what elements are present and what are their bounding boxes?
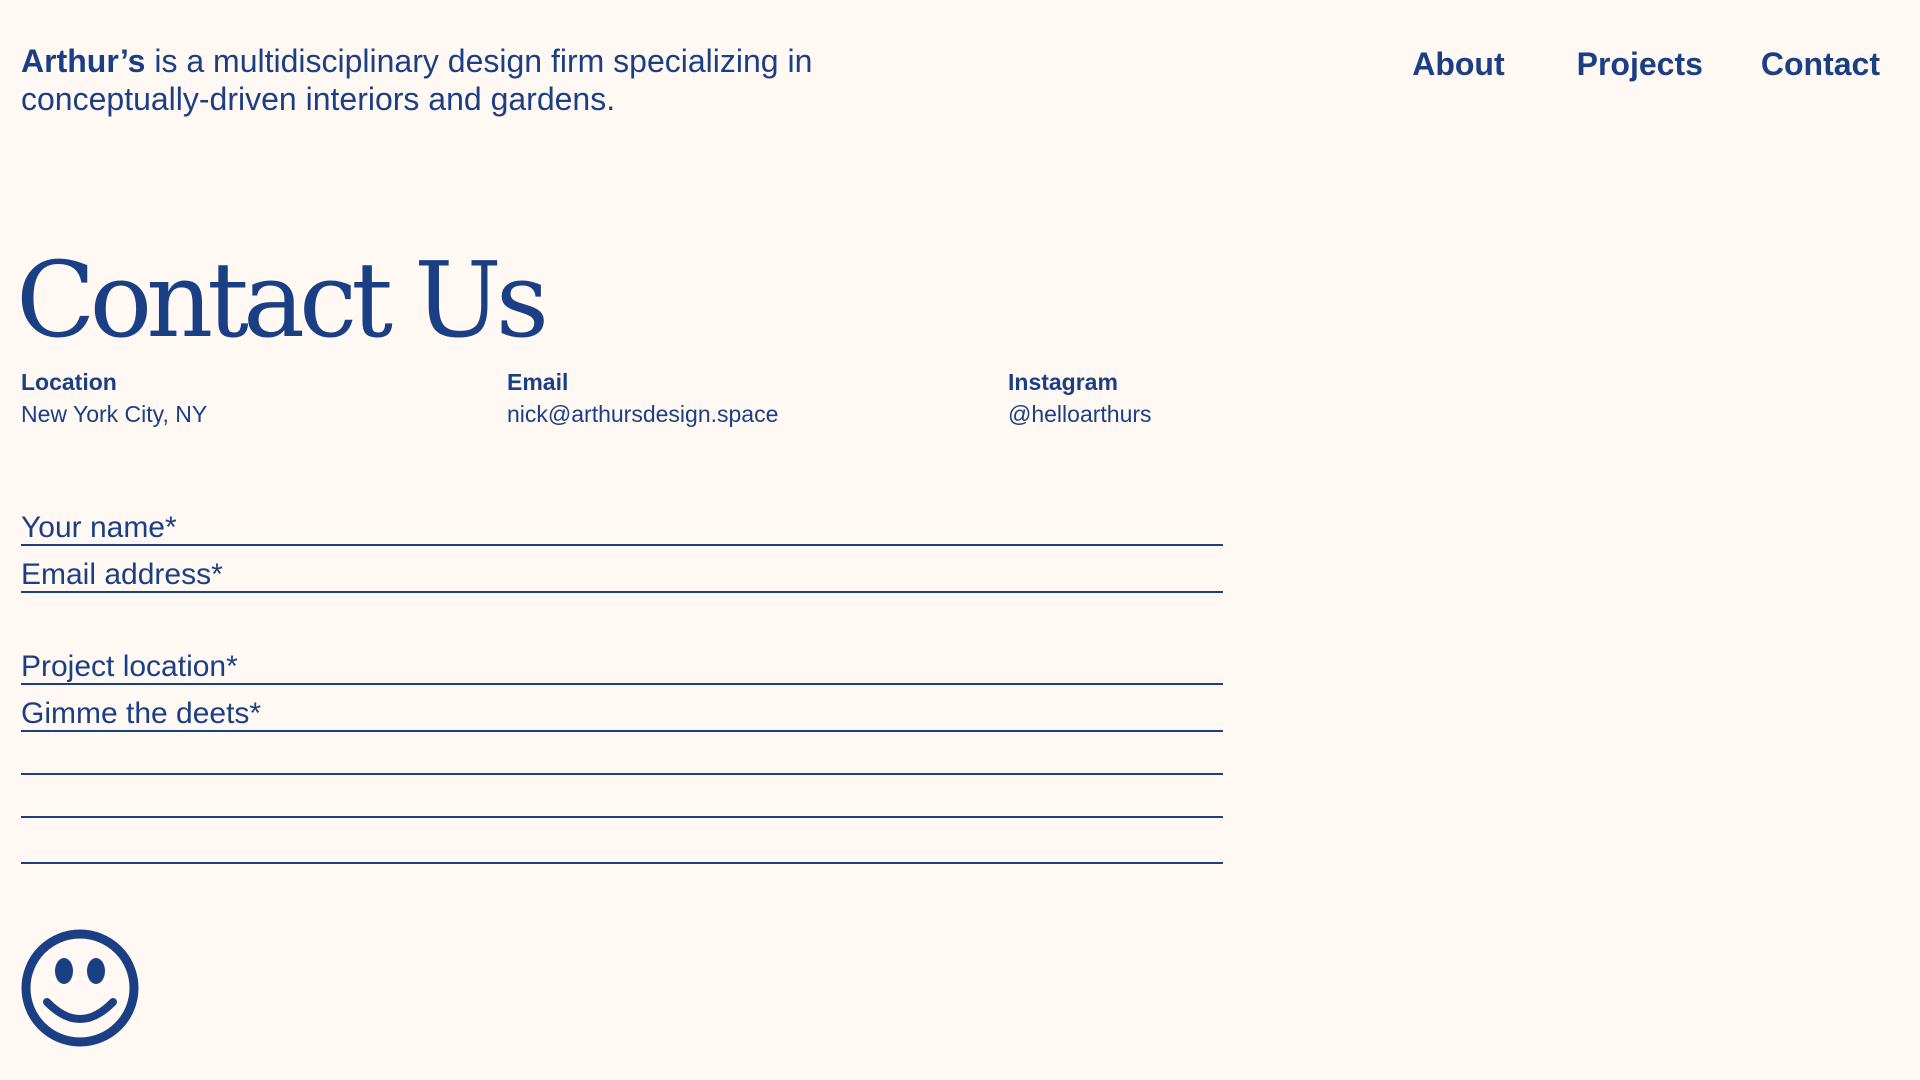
project-location-input[interactable] (21, 647, 1223, 687)
nav-contact-link[interactable]: Contact (1761, 44, 1880, 84)
details-line-1[interactable] (21, 773, 1223, 775)
instagram-info: Instagram @helloarthurs (1008, 367, 1152, 431)
smiley-face-icon[interactable] (20, 928, 140, 1048)
contact-page: Arthur’s is a multidisciplinary design f… (0, 0, 1920, 1080)
brand-name[interactable]: Arthur’s (21, 43, 145, 79)
email-label: Email (507, 369, 569, 395)
details-field-wrapper (21, 684, 1223, 734)
details-line-3[interactable] (21, 862, 1223, 864)
email-value[interactable]: nick@arthursdesign.space (507, 397, 778, 431)
location-info: Location New York City, NY (21, 367, 207, 431)
page-title: Contact Us (16, 239, 549, 361)
details-input[interactable] (21, 694, 1223, 734)
name-field-wrapper (21, 498, 1223, 548)
instagram-label: Instagram (1008, 369, 1118, 395)
site-intro: Arthur’s is a multidisciplinary design f… (21, 42, 821, 118)
main-nav: About Projects Contact (1412, 44, 1880, 84)
name-input[interactable] (21, 508, 1223, 548)
details-line-2[interactable] (21, 816, 1223, 818)
email-field-wrapper (21, 545, 1223, 595)
instagram-value[interactable]: @helloarthurs (1008, 397, 1152, 431)
project-location-field-wrapper (21, 637, 1223, 687)
email-input[interactable] (21, 555, 1223, 595)
nav-about-link[interactable]: About (1412, 44, 1504, 84)
location-label: Location (21, 369, 117, 395)
nav-projects-link[interactable]: Projects (1577, 44, 1703, 84)
location-value: New York City, NY (21, 401, 208, 427)
email-info: Email nick@arthursdesign.space (507, 367, 778, 431)
